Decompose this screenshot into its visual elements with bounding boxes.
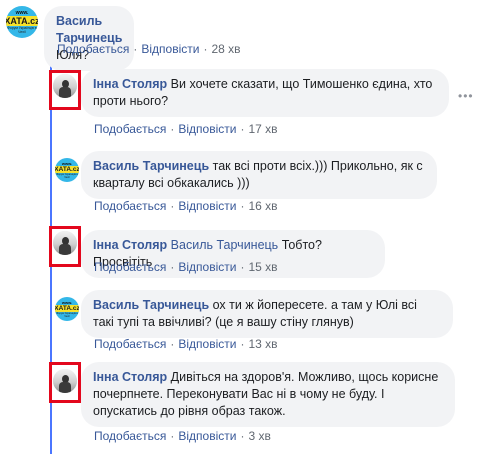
reply-author[interactable]: Василь Тарчинець (93, 298, 209, 312)
reply-actions: Подобається · Відповісти · 13 хв (94, 337, 278, 351)
highlight-box (49, 226, 81, 267)
like-link[interactable]: Подобається (94, 199, 166, 213)
avatar-logo-line3: Форум Українців в Чехії (7, 25, 37, 34)
reply-author[interactable]: Інна Столяр (93, 238, 167, 252)
avatar-xata[interactable]: www. XATA.cz Форум Українців в Чехії (6, 6, 38, 38)
like-link[interactable]: Подобається (57, 42, 129, 56)
highlight-box (49, 362, 81, 403)
avatar-xata[interactable]: www. XATA.cz Форум Українців в Чехії (55, 158, 79, 182)
comment-actions: Подобається · Відповісти · 28 хв (57, 42, 241, 56)
reply-bubble: Василь Тарчинець так всі проти всіх.))) … (81, 151, 437, 199)
reply-author[interactable]: Інна Столяр (93, 370, 167, 384)
reply-actions: Подобається · Відповісти · 16 хв (94, 199, 278, 213)
reply-link[interactable]: Відповісти (178, 199, 236, 213)
comment-author[interactable]: Василь Тарчинець (56, 14, 122, 45)
reply-link[interactable]: Відповісти (178, 337, 236, 351)
avatar-logo-line2: XATA.cz (55, 304, 79, 312)
reply-author[interactable]: Інна Столяр (93, 77, 167, 91)
avatar-xata[interactable]: www. XATA.cz Форум Українців в Чехії (55, 297, 79, 321)
reply-bubble: Інна Столяр Дивіться на здоров'я. Можлив… (81, 362, 455, 427)
avatar-logo-line2: XATA.cz (6, 15, 38, 26)
highlight-box (49, 70, 81, 110)
like-link[interactable]: Подобається (94, 122, 166, 136)
reply-link[interactable]: Відповісти (178, 260, 236, 274)
like-link[interactable]: Подобається (94, 260, 166, 274)
reply-actions: Подобається · Відповісти · 15 хв (94, 260, 278, 274)
reply-time[interactable]: 17 хв (248, 122, 277, 136)
more-options-icon[interactable]: ••• (458, 89, 474, 103)
avatar-logo-line3: Форум Українців в Чехії (56, 311, 78, 318)
reply-bubble: Інна Столяр Ви хочете сказати, що Тимоше… (81, 69, 449, 117)
avatar-logo-line2: XATA.cz (55, 165, 79, 173)
reply-link[interactable]: Відповісти (178, 429, 236, 443)
reply-time[interactable]: 15 хв (248, 260, 277, 274)
like-link[interactable]: Подобається (94, 337, 166, 351)
avatar-logo-line3: Форум Українців в Чехії (56, 172, 78, 179)
reply-actions: Подобається · Відповісти · 3 хв (94, 429, 271, 443)
reply-mention[interactable]: Василь Тарчинець (171, 238, 279, 252)
reply-time[interactable]: 13 хв (248, 337, 277, 351)
like-link[interactable]: Подобається (94, 429, 166, 443)
reply-author[interactable]: Василь Тарчинець (93, 159, 209, 173)
comment-bubble: Василь Тарчинець Юля? (44, 6, 135, 71)
comment-time[interactable]: 28 хв (211, 42, 240, 56)
reply-link[interactable]: Відповісти (141, 42, 199, 56)
reply-bubble: Василь Тарчинець ох ти ж йопересете. а т… (81, 290, 453, 338)
reply-time[interactable]: 3 хв (248, 429, 270, 443)
reply-actions: Подобається · Відповісти · 17 хв (94, 122, 278, 136)
reply-time[interactable]: 16 хв (248, 199, 277, 213)
reply-link[interactable]: Відповісти (178, 122, 236, 136)
